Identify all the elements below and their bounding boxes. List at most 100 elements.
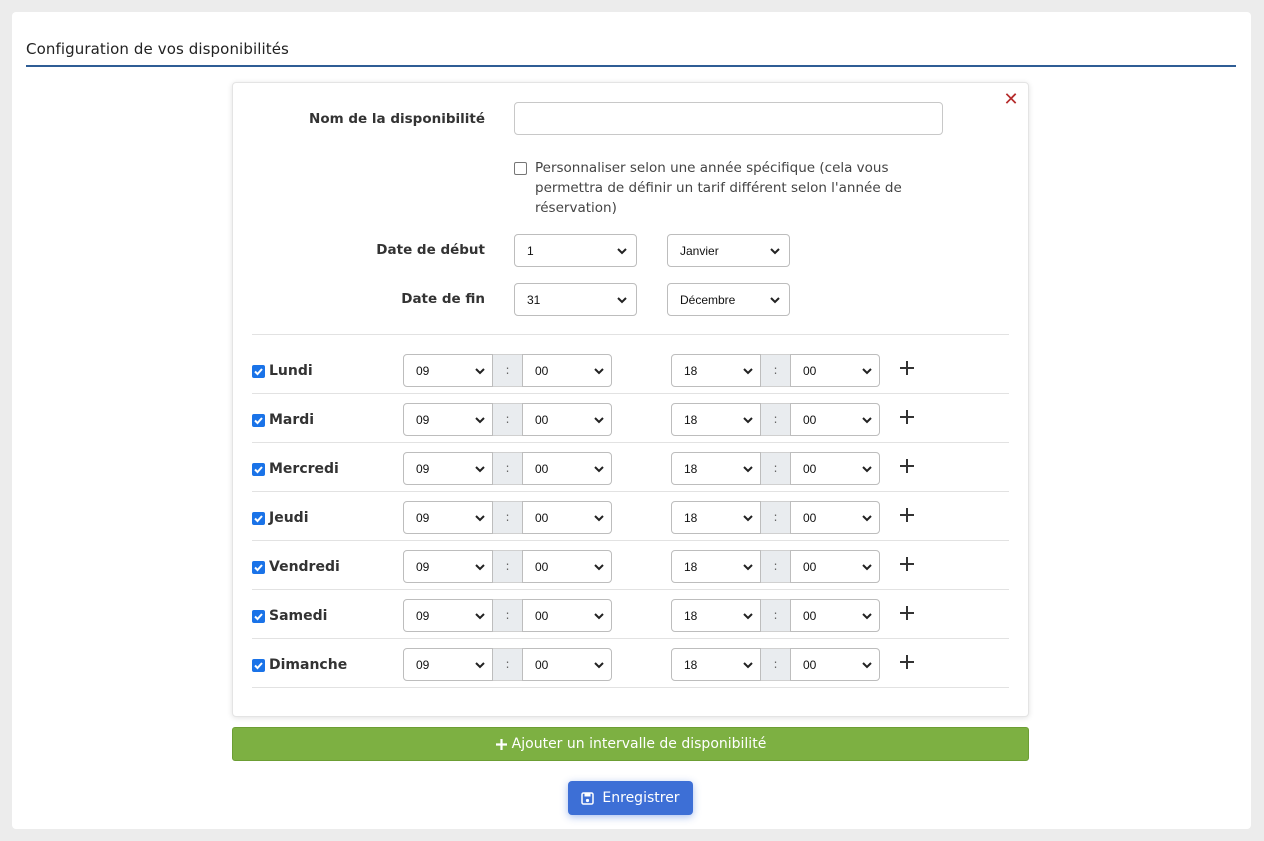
start-hour-select[interactable]: 09 <box>403 354 493 387</box>
start-minute-select[interactable]: 00 <box>522 452 612 485</box>
title-underline <box>26 65 1236 67</box>
chevron-down-icon <box>594 613 604 620</box>
time-separator: : <box>493 648 522 681</box>
add-time-slot-plus-icon[interactable] <box>898 359 916 377</box>
chevron-down-icon <box>743 417 753 424</box>
day-label: Dimanche <box>269 657 348 673</box>
chevron-down-icon <box>862 466 872 473</box>
start-hour-select[interactable]: 09 <box>403 452 493 485</box>
section-divider <box>252 334 1009 335</box>
checkmark-icon <box>254 515 263 523</box>
day-row: Jeudi 09:00 18:00 <box>252 491 1009 540</box>
chevron-down-icon <box>862 417 872 424</box>
start-minute-select[interactable]: 00 <box>522 403 612 436</box>
add-time-slot-plus-icon[interactable] <box>898 457 916 475</box>
add-time-slot-plus-icon[interactable] <box>898 408 916 426</box>
start-minute-select[interactable]: 00 <box>522 599 612 632</box>
custom-year-checkbox[interactable] <box>514 162 527 175</box>
day-checkbox[interactable] <box>252 414 265 427</box>
start-minute-select[interactable]: 00 <box>522 501 612 534</box>
end-minute-value: 00 <box>803 559 817 574</box>
start-time-group: 09:00 <box>403 403 612 436</box>
day-checkbox[interactable] <box>252 463 265 476</box>
chevron-down-icon <box>862 662 872 669</box>
add-time-slot-plus-icon[interactable] <box>898 506 916 524</box>
end-minute-value: 00 <box>803 510 817 525</box>
end-minute-select[interactable]: 00 <box>790 648 880 681</box>
start-hour-select[interactable]: 09 <box>403 648 493 681</box>
time-separator: : <box>493 403 522 436</box>
start-hour-select[interactable]: 09 <box>403 501 493 534</box>
end-hour-select[interactable]: 18 <box>671 403 761 436</box>
end-hour-select[interactable]: 18 <box>671 550 761 583</box>
start-hour-select[interactable]: 09 <box>403 403 493 436</box>
start-time-group: 09:00 <box>403 648 612 681</box>
end-minute-value: 00 <box>803 608 817 623</box>
custom-year-label: Personnaliser selon une année spécifique… <box>535 160 902 216</box>
end-hour-select[interactable]: 18 <box>671 648 761 681</box>
chevron-down-icon <box>862 613 872 620</box>
day-label: Vendredi <box>269 559 340 575</box>
chevron-down-icon <box>475 466 485 473</box>
close-icon: ✕ <box>1003 89 1019 110</box>
end-month-select[interactable]: Décembre <box>667 283 790 316</box>
start-minute-select[interactable]: 00 <box>522 550 612 583</box>
time-separator: : <box>493 354 522 387</box>
start-hour-select[interactable]: 09 <box>403 599 493 632</box>
day-checkbox[interactable] <box>252 561 265 574</box>
add-interval-button[interactable]: Ajouter un intervalle de disponibilité <box>232 727 1029 761</box>
chevron-down-icon <box>743 613 753 620</box>
end-hour-value: 18 <box>684 363 698 378</box>
start-month-select[interactable]: Janvier <box>667 234 790 267</box>
start-hour-value: 09 <box>416 412 430 427</box>
day-row: Samedi 09:00 18:00 <box>252 589 1009 638</box>
day-checkbox[interactable] <box>252 365 265 378</box>
chevron-down-icon <box>475 662 485 669</box>
end-time-group: 18:00 <box>671 501 880 534</box>
chevron-down-icon <box>743 662 753 669</box>
end-hour-select[interactable]: 18 <box>671 599 761 632</box>
end-minute-select[interactable]: 00 <box>790 452 880 485</box>
end-hour-select[interactable]: 18 <box>671 452 761 485</box>
row-divider <box>252 687 1009 688</box>
start-minute-select[interactable]: 00 <box>522 648 612 681</box>
close-button[interactable]: ✕ <box>1002 91 1020 109</box>
start-time-group: 09:00 <box>403 354 612 387</box>
start-time-group: 09:00 <box>403 501 612 534</box>
add-time-slot-plus-icon[interactable] <box>898 604 916 622</box>
end-minute-select[interactable]: 00 <box>790 501 880 534</box>
start-day-select[interactable]: 1 <box>514 234 637 267</box>
start-minute-value: 00 <box>535 363 549 378</box>
day-label: Samedi <box>269 608 328 624</box>
day-checkbox[interactable] <box>252 610 265 623</box>
time-separator: : <box>761 354 790 387</box>
end-minute-select[interactable]: 00 <box>790 599 880 632</box>
checkmark-icon <box>254 466 263 474</box>
start-minute-value: 00 <box>535 461 549 476</box>
end-hour-select[interactable]: 18 <box>671 501 761 534</box>
end-hour-select[interactable]: 18 <box>671 354 761 387</box>
end-minute-select[interactable]: 00 <box>790 550 880 583</box>
day-checkbox[interactable] <box>252 659 265 672</box>
start-time-group: 09:00 <box>403 452 612 485</box>
end-minute-value: 00 <box>803 461 817 476</box>
start-hour-select[interactable]: 09 <box>403 550 493 583</box>
add-time-slot-plus-icon[interactable] <box>898 555 916 573</box>
end-day-select[interactable]: 31 <box>514 283 637 316</box>
chevron-down-icon <box>617 297 627 304</box>
end-minute-select[interactable]: 00 <box>790 403 880 436</box>
availability-name-input[interactable] <box>514 102 943 135</box>
time-separator: : <box>761 599 790 632</box>
checkmark-icon <box>254 564 263 572</box>
floppy-disk-icon <box>581 791 595 805</box>
day-row: Mercredi 09:00 18:00 <box>252 442 1009 491</box>
start-hour-value: 09 <box>416 510 430 525</box>
end-time-group: 18:00 <box>671 550 880 583</box>
start-minute-select[interactable]: 00 <box>522 354 612 387</box>
end-minute-select[interactable]: 00 <box>790 354 880 387</box>
day-row: Dimanche 09:00 18:00 <box>252 638 1009 687</box>
save-button[interactable]: Enregistrer <box>568 781 693 815</box>
add-time-slot-plus-icon[interactable] <box>898 653 916 671</box>
start-hour-value: 09 <box>416 559 430 574</box>
day-checkbox[interactable] <box>252 512 265 525</box>
